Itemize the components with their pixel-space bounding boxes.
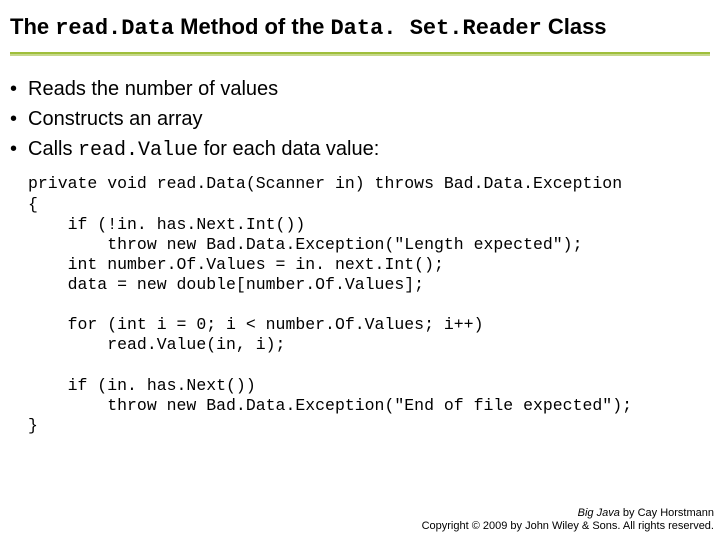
title-post: Class (542, 14, 607, 39)
bullet-icon: • (10, 134, 28, 164)
title-divider (10, 52, 710, 56)
bullet-icon: • (10, 74, 28, 104)
bullet-text: Constructs an array (28, 104, 203, 134)
footer-copyright: Copyright © 2009 by John Wiley & Sons. A… (422, 520, 714, 534)
bullet-list: • Reads the number of values • Construct… (10, 74, 710, 166)
title-method: read.Data (55, 16, 174, 41)
bullet-text: Reads the number of values (28, 74, 278, 104)
code-block: private void read.Data(Scanner in) throw… (28, 174, 700, 436)
bullet-text-pre: Calls (28, 138, 78, 160)
title-mid: Method of the (174, 14, 330, 39)
bullet-item: • Constructs an array (10, 104, 710, 134)
title-class: Data. Set.Reader (330, 16, 541, 41)
bullet-text-code: read.Value (78, 139, 198, 162)
bullet-item: • Reads the number of values (10, 74, 710, 104)
title-area: The read.Data Method of the Data. Set.Re… (0, 0, 720, 48)
footer-author: by Cay Horstmann (620, 507, 714, 519)
footer-line-1: Big Java by Cay Horstmann (422, 507, 714, 521)
bullet-text-post: for each data value: (198, 138, 379, 160)
footer-book: Big Java (578, 507, 620, 519)
bullet-item: • Calls read.Value for each data value: (10, 134, 710, 166)
title-pre: The (10, 14, 55, 39)
bullet-icon: • (10, 104, 28, 134)
bullet-text: Calls read.Value for each data value: (28, 134, 379, 166)
footer: Big Java by Cay Horstmann Copyright © 20… (422, 507, 714, 535)
page-title: The read.Data Method of the Data. Set.Re… (10, 14, 710, 42)
